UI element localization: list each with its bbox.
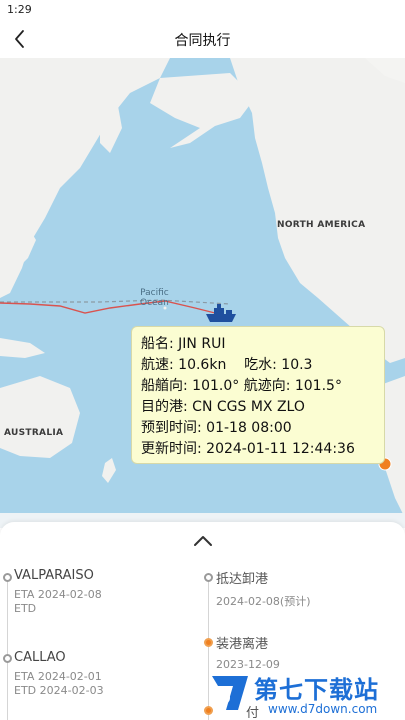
label-australia: AUSTRALIA (4, 428, 64, 438)
port-dot (3, 573, 12, 582)
info-heading-course: 船艏向: 101.0° 航迹向: 101.5° (141, 378, 342, 394)
info-eta: 预到时间: 01-18 08:00 (141, 420, 292, 436)
label-north-america: NORTH AMERICA (277, 220, 366, 230)
step-date: 2024-02-08(预计) (216, 595, 311, 608)
watermark-text: 第七下载站 (254, 676, 379, 704)
status-time: 1:29 (7, 3, 32, 16)
nav-bar: 合同执行 (0, 20, 405, 58)
vessel-info-card: 船名: JIN RUI 航速: 10.6kn 吃水: 10.3 船艏向: 101… (131, 326, 385, 464)
page-title: 合同执行 (174, 33, 231, 49)
port-etd: ETD 2024-02-03 (14, 684, 104, 697)
port-etd: ETD (14, 602, 37, 615)
label-ocean-line2: Ocean (140, 298, 169, 308)
info-destination: 目的港: CN CGS MX ZLO (141, 399, 305, 415)
land-north-america (230, 58, 405, 363)
vessel-track (0, 300, 216, 314)
planned-route (0, 299, 231, 305)
info-updated: 更新时间: 2024-01-11 12:44:36 (141, 441, 355, 457)
label-pacific-ocean: Pacific Ocean (140, 288, 169, 308)
watermark-url: www.d7down.com (268, 702, 378, 716)
land-new-zealand (102, 458, 116, 483)
port-name: VALPARAISO (14, 568, 94, 583)
port-timeline-line (7, 580, 8, 720)
step-dot (204, 573, 213, 582)
info-speed-draft: 航速: 10.6kn 吃水: 10.3 (141, 357, 313, 373)
port-eta: ETA 2024-02-01 (14, 670, 102, 683)
vessel-icon[interactable] (206, 304, 236, 322)
land-australia (0, 376, 80, 458)
port-eta: ETA 2024-02-08 (14, 588, 102, 601)
step-dot-active (204, 638, 213, 647)
step-name: 装港离港 (216, 637, 269, 652)
land-indonesia (0, 338, 45, 358)
step-name: 抵达卸港 (216, 572, 269, 587)
port-name: CALLAO (14, 650, 66, 665)
port-dot (3, 654, 12, 663)
step-item: 抵达卸港 2024-02-08(预计) (216, 568, 311, 609)
port-item[interactable]: VALPARAISO ETA 2024-02-08 ETD (14, 568, 102, 616)
port-item[interactable]: CALLAO ETA 2024-02-01 ETD 2024-02-03 (14, 650, 104, 698)
watermark: 第七下载站 www.d7down.com (206, 666, 405, 720)
land-asia (0, 58, 170, 298)
chevron-up-icon[interactable] (192, 534, 214, 548)
label-ocean-line1: Pacific (140, 288, 169, 298)
info-ship-name: 船名: JIN RUI (141, 336, 226, 352)
watermark-logo-icon (212, 676, 248, 710)
status-bar: 1:29 (0, 0, 405, 20)
